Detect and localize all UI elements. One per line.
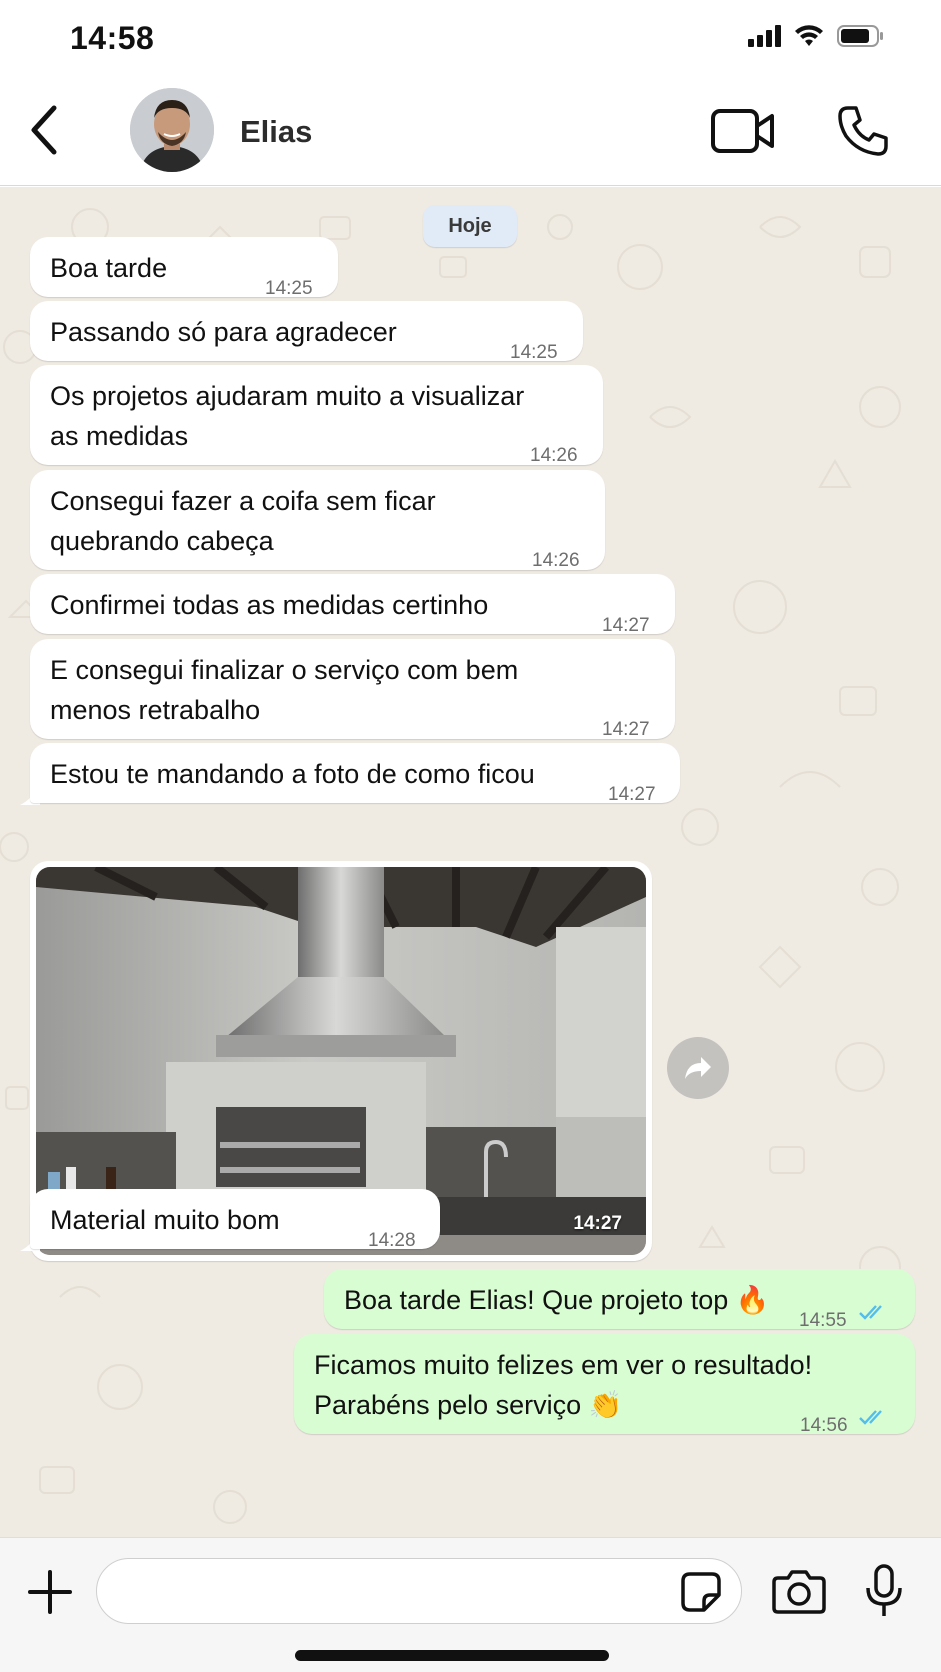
camera-button[interactable] [772, 1568, 826, 1614]
message-text: Boa tarde [50, 253, 168, 283]
avatar-photo [130, 88, 214, 172]
message-bubble[interactable]: Boa tarde 14:25 [30, 237, 338, 299]
message-text: Estou te mandando a foto de como ficou [50, 759, 535, 789]
status-icons [748, 24, 885, 48]
wifi-icon [795, 25, 823, 46]
message-time: 14:56 [800, 1415, 848, 1436]
message-bubble[interactable]: Confirmei todas as medidas certinho 14:2… [30, 574, 675, 636]
message-bubble[interactable]: Os projetos ajudaram muito a visualizar … [30, 365, 603, 466]
video-call-icon [711, 109, 774, 153]
chat-area[interactable]: Hoje Boa tarde 14:25 Passando só para ag… [0, 187, 941, 1537]
home-indicator [295, 1650, 609, 1661]
signal-icon [748, 25, 781, 47]
phone-icon [838, 106, 888, 156]
sticker-icon [681, 1572, 721, 1612]
message-text: Consegui fazer a coifa sem ficar quebran… [50, 486, 436, 556]
microphone-button[interactable] [864, 1564, 904, 1618]
message-bubble[interactable]: E consegui finalizar o serviço com bem m… [30, 639, 675, 740]
plus-icon [28, 1570, 72, 1614]
contact-name[interactable]: Elias [240, 114, 312, 150]
battery-icon [837, 25, 883, 47]
avatar[interactable] [130, 88, 214, 172]
forward-button[interactable] [667, 1037, 729, 1099]
message-input[interactable] [96, 1558, 742, 1624]
back-chevron-icon [31, 105, 57, 155]
message-text: Boa tarde Elias! Que projeto top 🔥 [344, 1285, 770, 1315]
message-bubble[interactable]: Passando só para agradecer 14:25 [30, 301, 583, 363]
camera-icon [772, 1570, 826, 1614]
read-ticks-icon [859, 1410, 882, 1425]
chat-header: Elias [0, 80, 941, 186]
forward-icon [685, 1057, 711, 1079]
message-text: Passando só para agradecer [50, 317, 397, 347]
message-text: Confirmei todas as medidas certinho [50, 590, 489, 620]
message-composer [0, 1537, 941, 1672]
message-text: Material muito bom [50, 1205, 280, 1235]
status-time: 14:58 [70, 20, 155, 56]
message-time: 14:27 [608, 784, 656, 805]
status-bar: 14:58 [0, 0, 941, 80]
sticker-button[interactable] [680, 1571, 722, 1613]
message-text: Os projetos ajudaram muito a visualizar … [50, 381, 525, 451]
message-bubble[interactable]: Consegui fazer a coifa sem ficar quebran… [30, 470, 605, 571]
message-time: 14:27 [573, 1213, 622, 1234]
date-chip: Hoje [423, 205, 517, 247]
voice-call-button[interactable] [836, 104, 890, 158]
microphone-icon [866, 1564, 902, 1616]
back-button[interactable] [26, 102, 66, 158]
message-time: 14:28 [368, 1230, 416, 1251]
message-bubble[interactable]: Estou te mandando a foto de como ficou 1… [30, 743, 680, 805]
message-bubble[interactable]: Material muito bom 14:28 [30, 1189, 440, 1251]
read-ticks-icon [859, 1305, 882, 1320]
video-call-button[interactable] [710, 108, 776, 154]
message-bubble-outgoing[interactable]: Ficamos muito felizes em ver o resultado… [294, 1334, 915, 1436]
message-text: Ficamos muito felizes em ver o resultado… [314, 1350, 813, 1420]
attach-button[interactable] [26, 1568, 74, 1616]
message-text: E consegui finalizar o serviço com bem m… [50, 655, 519, 725]
message-bubble-outgoing[interactable]: Boa tarde Elias! Que projeto top 🔥 14:55 [324, 1269, 915, 1331]
